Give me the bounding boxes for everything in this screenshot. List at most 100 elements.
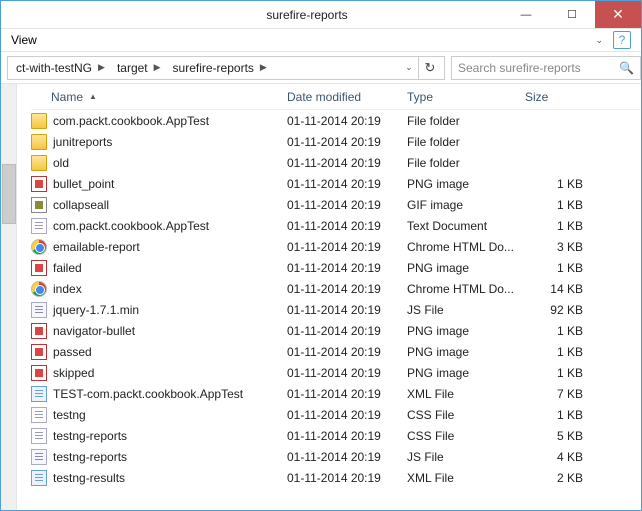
file-name: emailable-report: [53, 240, 140, 254]
file-name-cell: failed: [31, 260, 287, 276]
file-type: CSS File: [407, 429, 525, 443]
file-row[interactable]: failed01-11-2014 20:19PNG image1 KB: [31, 257, 641, 278]
file-row[interactable]: index01-11-2014 20:19Chrome HTML Do...14…: [31, 278, 641, 299]
file-name: navigator-bullet: [53, 324, 135, 338]
file-name-cell: com.packt.cookbook.AppTest: [31, 218, 287, 234]
file-date: 01-11-2014 20:19: [287, 261, 407, 275]
chevron-right-icon[interactable]: ▶: [260, 62, 267, 73]
chevron-right-icon[interactable]: ▶: [154, 62, 161, 73]
png-icon: [31, 365, 47, 381]
file-row[interactable]: testng-reports01-11-2014 20:19JS File4 K…: [31, 446, 641, 467]
breadcrumb-item[interactable]: target▶: [111, 57, 167, 79]
file-pane: Name ▲ Date modified Type Size com.packt…: [17, 84, 641, 510]
file-row[interactable]: junitreports01-11-2014 20:19File folder: [31, 131, 641, 152]
file-row[interactable]: jquery-1.7.1.min01-11-2014 20:19JS File9…: [31, 299, 641, 320]
file-size: 1 KB: [525, 177, 587, 191]
txt-icon: [31, 218, 47, 234]
breadcrumb-dropdown[interactable]: ⌄: [400, 62, 418, 73]
file-date: 01-11-2014 20:19: [287, 282, 407, 296]
file-row[interactable]: bullet_point01-11-2014 20:19PNG image1 K…: [31, 173, 641, 194]
search-box[interactable]: 🔍: [451, 56, 641, 80]
file-name-cell: skipped: [31, 365, 287, 381]
file-type: JS File: [407, 303, 525, 317]
file-name-cell: testng-reports: [31, 428, 287, 444]
file-row[interactable]: navigator-bullet01-11-2014 20:19PNG imag…: [31, 320, 641, 341]
file-name-cell: bullet_point: [31, 176, 287, 192]
column-type[interactable]: Type: [407, 90, 525, 104]
close-button[interactable]: ✕: [595, 1, 641, 28]
file-date: 01-11-2014 20:19: [287, 114, 407, 128]
titlebar[interactable]: surefire-reports — ☐ ✕: [1, 1, 641, 29]
file-name: com.packt.cookbook.AppTest: [53, 114, 209, 128]
file-row[interactable]: com.packt.cookbook.AppTest 01-11-2014 20:…: [31, 110, 641, 131]
file-date: 01-11-2014 20:19: [287, 429, 407, 443]
ribbon-toggle[interactable]: ⌄ ?: [595, 31, 631, 49]
file-date: 01-11-2014 20:19: [287, 324, 407, 338]
breadcrumb-item[interactable]: surefire-reports ▶: [167, 57, 273, 79]
file-name: old: [53, 156, 69, 170]
maximize-button[interactable]: ☐: [549, 1, 595, 28]
scrollbar-thumb[interactable]: [2, 164, 16, 224]
file-size: 1 KB: [525, 366, 587, 380]
column-headers: Name ▲ Date modified Type Size: [31, 84, 641, 110]
column-name[interactable]: Name ▲: [31, 90, 287, 104]
file-size: 4 KB: [525, 450, 587, 464]
content: Name ▲ Date modified Type Size com.packt…: [1, 84, 641, 510]
file-row[interactable]: testng01-11-2014 20:19CSS File1 KB: [31, 404, 641, 425]
file-date: 01-11-2014 20:19: [287, 198, 407, 212]
window-title: surefire-reports: [1, 8, 503, 22]
file-row[interactable]: collapseall01-11-2014 20:19GIF image1 KB: [31, 194, 641, 215]
help-icon[interactable]: ?: [613, 31, 631, 49]
file-name-cell: testng: [31, 407, 287, 423]
search-icon: 🔍: [619, 61, 634, 75]
file-row[interactable]: old01-11-2014 20:19File folder: [31, 152, 641, 173]
file-name: junitreports: [53, 135, 112, 149]
png-icon: [31, 323, 47, 339]
file-row[interactable]: com.packt.cookbook.AppTest01-11-2014 20:…: [31, 215, 641, 236]
minimize-button[interactable]: —: [503, 1, 549, 28]
file-row[interactable]: testng-results01-11-2014 20:19XML File2 …: [31, 467, 641, 488]
file-name-cell: navigator-bullet: [31, 323, 287, 339]
file-type: File folder: [407, 114, 525, 128]
file-date: 01-11-2014 20:19: [287, 366, 407, 380]
breadcrumb[interactable]: ct-with-testNG▶ target▶ surefire-reports…: [7, 56, 445, 80]
file-date: 01-11-2014 20:19: [287, 345, 407, 359]
file-name: collapseall: [53, 198, 109, 212]
file-size: 2 KB: [525, 471, 587, 485]
file-date: 01-11-2014 20:19: [287, 219, 407, 233]
file-name-cell: junitreports: [31, 134, 287, 150]
file-type: Text Document: [407, 219, 525, 233]
file-name: testng-results: [53, 471, 125, 485]
file-name-cell: TEST-com.packt.cookbook.AppTest: [31, 386, 287, 402]
file-row[interactable]: TEST-com.packt.cookbook.AppTest 01-11-201…: [31, 383, 641, 404]
column-date[interactable]: Date modified: [287, 90, 407, 104]
file-name: testng-reports: [53, 429, 127, 443]
file-name-cell: testng-reports: [31, 449, 287, 465]
column-size[interactable]: Size: [525, 90, 587, 104]
file-name: TEST-com.packt.cookbook.AppTest: [53, 387, 243, 401]
file-row[interactable]: passed01-11-2014 20:19PNG image1 KB: [31, 341, 641, 362]
file-name-cell: com.packt.cookbook.AppTest: [31, 113, 287, 129]
sort-ascending-icon: ▲: [89, 92, 97, 101]
file-name-cell: passed: [31, 344, 287, 360]
gif-icon: [31, 197, 47, 213]
refresh-button[interactable]: ↻: [418, 56, 442, 80]
file-type: CSS File: [407, 408, 525, 422]
file-rows: com.packt.cookbook.AppTest01-11-2014 20:…: [31, 110, 641, 488]
file-name-cell: collapseall: [31, 197, 287, 213]
file-size: 7 KB: [525, 387, 587, 401]
search-input[interactable]: [458, 61, 613, 75]
nav-scrollbar[interactable]: [1, 84, 17, 510]
file-name-cell: testng-results: [31, 470, 287, 486]
file-date: 01-11-2014 20:19: [287, 387, 407, 401]
file-row[interactable]: emailable-report01-11-2014 20:19Chrome H…: [31, 236, 641, 257]
breadcrumb-label: surefire-reports: [173, 61, 254, 75]
breadcrumb-item[interactable]: ct-with-testNG▶: [10, 57, 111, 79]
menu-view[interactable]: View: [11, 33, 37, 47]
file-row[interactable]: skipped01-11-2014 20:19PNG image1 KB: [31, 362, 641, 383]
file-size: 1 KB: [525, 345, 587, 359]
chevron-right-icon[interactable]: ▶: [98, 62, 105, 73]
folder-icon: [31, 113, 47, 129]
file-row[interactable]: testng-reports01-11-2014 20:19CSS File5 …: [31, 425, 641, 446]
file-date: 01-11-2014 20:19: [287, 408, 407, 422]
